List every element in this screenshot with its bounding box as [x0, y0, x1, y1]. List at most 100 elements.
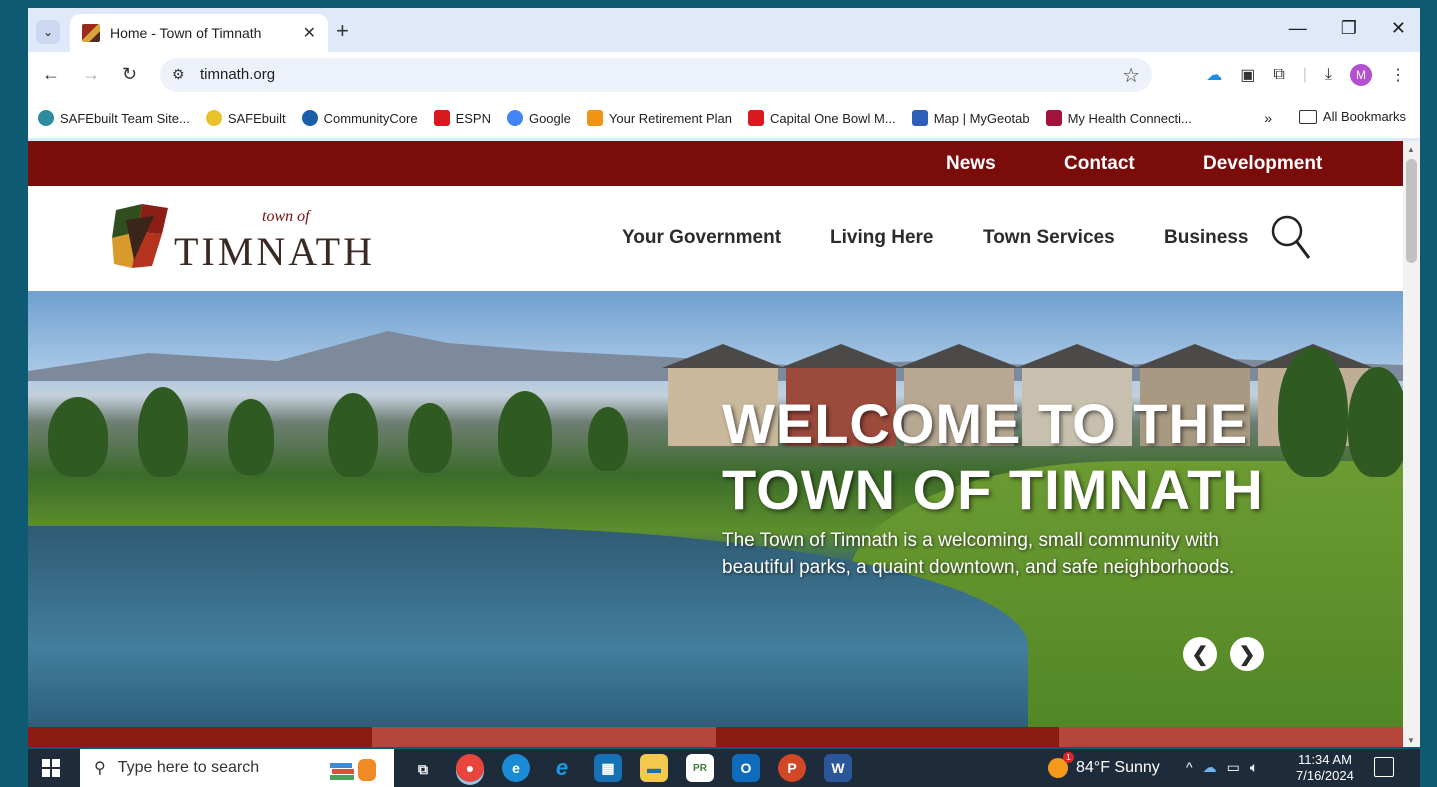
timnath-favicon-icon — [82, 24, 100, 42]
bookmark-label: Map | MyGeotab — [933, 110, 1030, 126]
bookmark-item[interactable]: SAFEbuilt Team Site... — [38, 110, 190, 126]
scroll-down-icon[interactable]: ▼ — [1407, 736, 1415, 745]
all-bookmarks-button[interactable]: All Bookmarks — [1298, 109, 1406, 124]
search-icon: ⚲ — [94, 760, 106, 777]
scroll-thumb[interactable] — [1406, 159, 1417, 263]
site-logo[interactable]: town of TIMNATH — [112, 204, 442, 274]
folder-icon — [1298, 109, 1317, 124]
profile-avatar[interactable]: M — [1350, 64, 1372, 86]
bookmark-item[interactable]: CommunityCore — [301, 110, 418, 126]
nav-link-news[interactable]: News — [946, 153, 996, 175]
logo-script-text: town of — [262, 208, 310, 225]
web-page: News Contact Development town of TIMNATH… — [28, 141, 1403, 747]
taskbar-search[interactable]: ⚲ Type here to search — [80, 749, 394, 787]
bookmark-star-icon[interactable]: ☆ — [1122, 63, 1140, 88]
bookmark-label: SAFEbuilt — [227, 110, 286, 126]
chrome-icon[interactable]: ● — [456, 754, 484, 782]
tab-close-icon[interactable]: ✕ — [303, 23, 316, 43]
bookmark-item[interactable]: My Health Connecti... — [1045, 110, 1192, 126]
nav-your-government[interactable]: Your Government — [622, 227, 781, 249]
bookmark-favicon-icon — [205, 110, 222, 126]
url-text[interactable]: timnath.org — [200, 66, 275, 83]
bookmark-item[interactable]: Map | MyGeotab — [911, 110, 1030, 126]
scroll-up-icon[interactable]: ▲ — [1407, 145, 1415, 154]
bookmarks-overflow-button[interactable]: » — [1264, 110, 1272, 126]
feature-bands — [28, 727, 1403, 747]
network-icon[interactable]: ▭ — [1227, 759, 1240, 776]
internet-explorer-icon[interactable]: e — [548, 754, 576, 782]
tab-search-button[interactable]: ⌄ — [36, 20, 60, 44]
bookmark-label: SAFEbuilt Team Site... — [60, 110, 190, 126]
windows-start-icon[interactable] — [42, 759, 60, 777]
taskbar-search-placeholder: Type here to search — [117, 759, 260, 776]
feature-band[interactable] — [715, 727, 1060, 747]
back-arrow-icon[interactable]: ← — [42, 64, 60, 85]
bookmark-label: ESPN — [455, 110, 491, 126]
slider-prev-button[interactable]: ❮ — [1183, 637, 1217, 671]
bookmark-item[interactable]: Your Retirement Plan — [586, 110, 732, 126]
bookmark-favicon-icon — [506, 110, 523, 126]
close-window-button[interactable]: ✕ — [1391, 18, 1406, 39]
nav-town-services[interactable]: Town Services — [983, 227, 1115, 249]
outlook-icon[interactable]: O — [732, 754, 760, 782]
clock-date: 7/16/2024 — [1296, 768, 1354, 783]
chevron-up-icon[interactable]: ^ — [1186, 759, 1193, 776]
bookmark-item[interactable]: ESPN — [433, 110, 491, 126]
puzzle-icon[interactable]: ⧉ — [1273, 66, 1284, 84]
taskbar-apps: ⧉ ● e e ▦ ▬ PR O P W — [408, 754, 852, 784]
notification-icon[interactable] — [1374, 757, 1394, 777]
bookmark-item[interactable]: SAFEbuilt — [205, 110, 286, 126]
nav-link-contact[interactable]: Contact — [1064, 153, 1135, 175]
address-bar[interactable]: ⚙ timnath.org ☆ — [160, 58, 1152, 92]
browser-toolbar: ← → ↻ ⚙ timnath.org ☆ ☁ ▣ ⧉ | ⤓ M ⋮ — [28, 52, 1420, 98]
extension-app-icon[interactable]: ▣ — [1240, 65, 1255, 85]
books-icon — [330, 759, 376, 781]
bookmark-item[interactable]: Capital One Bowl M... — [747, 110, 896, 126]
site-settings-icon[interactable]: ⚙ — [172, 66, 185, 83]
word-icon[interactable]: W — [824, 754, 852, 782]
cloud-icon[interactable]: ☁ — [1206, 65, 1222, 85]
tab-home[interactable]: Home - Town of Timnath ✕ — [70, 14, 328, 52]
clock-time: 11:34 AM — [1297, 752, 1352, 767]
edge-icon[interactable]: e — [502, 754, 530, 782]
volume-icon[interactable]: 🔈︎ — [1250, 759, 1258, 776]
bookmark-label: CommunityCore — [323, 110, 418, 126]
reload-icon[interactable]: ↻ — [122, 64, 137, 85]
pr-app-icon[interactable]: PR — [686, 754, 714, 782]
nav-link-development[interactable]: Development — [1203, 153, 1322, 175]
restore-button[interactable]: ❐ — [1341, 18, 1357, 39]
feature-band[interactable] — [371, 727, 716, 747]
hero-description: The Town of Timnath is a welcoming, smal… — [722, 530, 1235, 578]
weather-text: 84°F Sunny — [1076, 759, 1160, 776]
sun-icon: 1 — [1048, 752, 1074, 778]
new-tab-button[interactable]: + — [336, 18, 349, 44]
powerpoint-icon[interactable]: P — [778, 754, 806, 782]
file-explorer-icon[interactable]: ▬ — [640, 754, 668, 782]
minimize-button[interactable]: — — [1289, 18, 1307, 39]
onedrive-icon[interactable]: ☁ — [1203, 759, 1217, 776]
kebab-menu-icon[interactable]: ⋮ — [1390, 65, 1406, 85]
download-icon[interactable]: ⤓ — [1325, 66, 1332, 84]
bookmark-item[interactable]: Google — [506, 110, 571, 126]
bookmark-label: Capital One Bowl M... — [769, 110, 896, 126]
logo-wordmark: TIMNATH — [174, 229, 375, 274]
weather-widget[interactable]: 1 84°F Sunny — [1048, 752, 1160, 778]
forward-arrow-icon[interactable]: → — [82, 64, 100, 85]
tab-strip: ⌄ Home - Town of Timnath ✕ + — ❐ ✕ — [28, 8, 1420, 52]
slider-next-button[interactable]: ❯ — [1230, 637, 1264, 671]
store-icon[interactable]: ▦ — [594, 754, 622, 782]
feature-band[interactable] — [1059, 727, 1403, 747]
hero-title-line1: WELCOME TO THE — [722, 392, 1249, 455]
page-scrollbar[interactable]: ▲ ▼ — [1403, 141, 1420, 747]
divider: | — [1302, 66, 1307, 83]
task-view-icon[interactable]: ⧉ — [408, 754, 438, 784]
taskbar-clock[interactable]: 11:34 AM 7/16/2024 — [1296, 752, 1354, 784]
feature-band[interactable] — [28, 727, 372, 747]
timnath-logo-mark-icon — [112, 204, 168, 268]
bookmark-favicon-icon — [433, 110, 450, 126]
nav-living-here[interactable]: Living Here — [830, 227, 933, 249]
search-icon[interactable] — [1270, 214, 1310, 260]
nav-business[interactable]: Business — [1164, 227, 1248, 249]
extension-icons: ☁ ▣ ⧉ | ⤓ M ⋮ — [1206, 64, 1406, 86]
utility-bar: News Contact Development — [28, 141, 1403, 186]
